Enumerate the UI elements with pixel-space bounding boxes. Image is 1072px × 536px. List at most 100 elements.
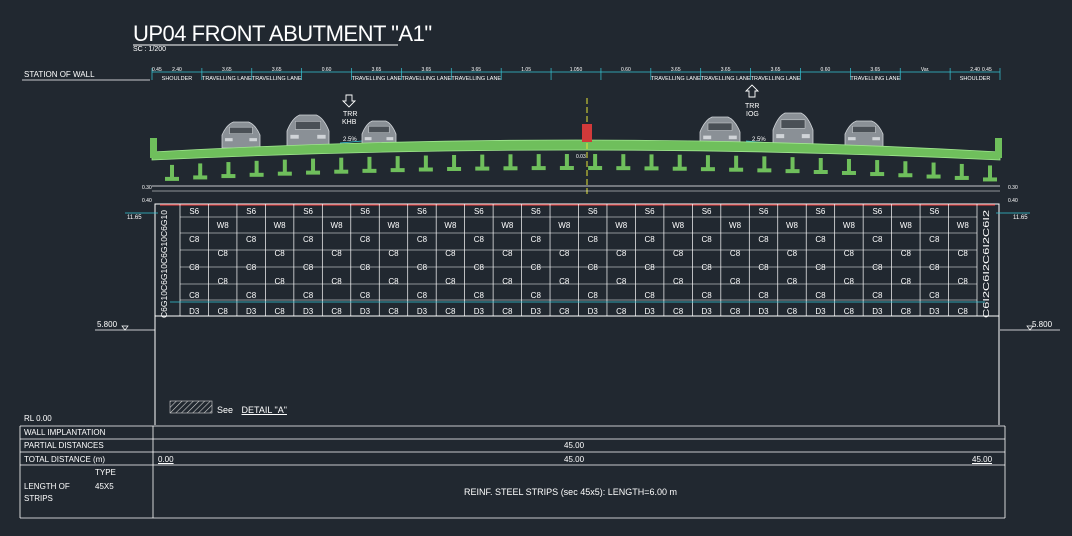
panel-c8: C8: [246, 263, 257, 272]
svg-text:5.800: 5.800: [1032, 320, 1053, 329]
panel-w8: W8: [558, 221, 571, 230]
panel-c8: C8: [246, 235, 257, 244]
lane-label: TRAVELLING LANE: [352, 76, 402, 82]
lane-label: TRAVELLING LANE: [401, 76, 451, 82]
panel-c8: C8: [303, 291, 314, 300]
legend-detail-link[interactable]: DETAIL "A": [242, 405, 287, 415]
panel-c8: C8: [559, 277, 570, 286]
total-distance-mid: 45.00: [564, 455, 585, 464]
panel-c8: C8: [701, 263, 712, 272]
center-marker-icon: [582, 124, 592, 142]
panel-c8: C8: [673, 277, 684, 286]
girder: [334, 157, 349, 174]
lane-dim: 0.60: [821, 67, 831, 73]
legend-hatch-swatch: [169, 400, 213, 414]
panel-d3: D3: [758, 307, 769, 316]
lane-dim: 1.05: [521, 67, 531, 73]
panel-c8: C8: [787, 307, 798, 316]
panel-c8: C8: [929, 235, 940, 244]
panel-c8: C8: [588, 235, 599, 244]
barrier-left: [150, 138, 157, 158]
girder: [672, 154, 687, 171]
panel-c8: C8: [559, 249, 570, 258]
panel-c8: C8: [929, 263, 940, 272]
panel-c8: C8: [844, 249, 855, 258]
svg-text:0.40: 0.40: [142, 198, 152, 204]
lane-dim: 0.60: [621, 67, 631, 73]
panel-w8: W8: [786, 221, 799, 230]
row-type-label: TYPE: [95, 468, 116, 477]
table-rl: RL 0.00: [24, 414, 52, 423]
girder: [165, 164, 179, 181]
girder: [841, 158, 856, 175]
panel-d3: D3: [701, 307, 712, 316]
girder: [813, 157, 828, 174]
panel-d3: D3: [531, 307, 542, 316]
panel-w8: W8: [900, 221, 913, 230]
wall-right-side-labels: C6I2C6I2C6I2C6I2: [982, 209, 991, 318]
panel-w8: W8: [331, 221, 344, 230]
panel-d3: D3: [189, 307, 200, 316]
girder: [447, 154, 462, 171]
panel-c8: C8: [929, 291, 940, 300]
lane-label: SHOULDER: [960, 76, 991, 82]
panel-c8: C8: [673, 307, 684, 316]
panel-c8: C8: [645, 235, 656, 244]
girder: [277, 159, 292, 176]
girder: [700, 155, 715, 172]
panel-c8: C8: [958, 277, 969, 286]
panel-w8: W8: [672, 221, 685, 230]
svg-text:0.30: 0.30: [142, 185, 152, 191]
arrow-up-icon: [744, 84, 760, 98]
panel-c8: C8: [901, 307, 912, 316]
panel-c8: C8: [218, 307, 229, 316]
lane-label: TRAVELLING LANE: [252, 76, 302, 82]
panel-c8: C8: [701, 235, 712, 244]
edge-dim-right: 0.45: [982, 67, 992, 73]
panel-s6: S6: [189, 207, 199, 216]
panel-c8: C8: [531, 235, 542, 244]
center-dim: 0.03: [576, 154, 586, 160]
lane-label: SHOULDER: [162, 76, 193, 82]
lane-dim: 3.65: [671, 67, 681, 73]
panel-c8: C8: [901, 249, 912, 258]
total-distance-start: 0.00: [158, 455, 174, 464]
lane-dim: 3.65: [222, 67, 232, 73]
panel-c8: C8: [588, 263, 599, 272]
girder: [954, 163, 969, 180]
panel-d3: D3: [474, 307, 485, 316]
panel-c8: C8: [445, 277, 456, 286]
panel-d3: D3: [645, 307, 656, 316]
panel-c8: C8: [445, 307, 456, 316]
panel-c8: C8: [388, 307, 399, 316]
panel-w8: W8: [729, 221, 742, 230]
panel-c8: C8: [474, 235, 485, 244]
girder: [785, 157, 800, 174]
lane-label: TRAVELLING LANE: [651, 76, 701, 82]
panel-c8: C8: [645, 291, 656, 300]
girder: [559, 154, 574, 171]
panel-c8: C8: [758, 291, 769, 300]
panel-d3: D3: [417, 307, 428, 316]
panel-d3: D3: [303, 307, 314, 316]
panel-w8: W8: [501, 221, 514, 230]
left-side-dims: 0.30 0.40 11.65: [125, 185, 158, 221]
panel-c8: C8: [218, 249, 229, 258]
panel-c8: C8: [901, 277, 912, 286]
row-type-value: 45X5: [95, 482, 114, 491]
car-icon: [844, 120, 884, 148]
car-icon: [286, 114, 330, 148]
svg-text:11.65: 11.65: [127, 215, 142, 221]
panel-w8: W8: [274, 221, 287, 230]
panel-s6: S6: [474, 207, 484, 216]
girder: [306, 158, 321, 175]
girder: [362, 156, 377, 173]
panel-c8: C8: [588, 291, 599, 300]
panel-s6: S6: [417, 207, 427, 216]
panel-c8: C8: [616, 307, 627, 316]
row-total-distance: TOTAL DISTANCE (m): [24, 455, 106, 464]
panel-c8: C8: [531, 291, 542, 300]
panel-s6: S6: [759, 207, 769, 216]
panel-c8: C8: [787, 249, 798, 258]
lane-dim: 3.65: [372, 67, 382, 73]
